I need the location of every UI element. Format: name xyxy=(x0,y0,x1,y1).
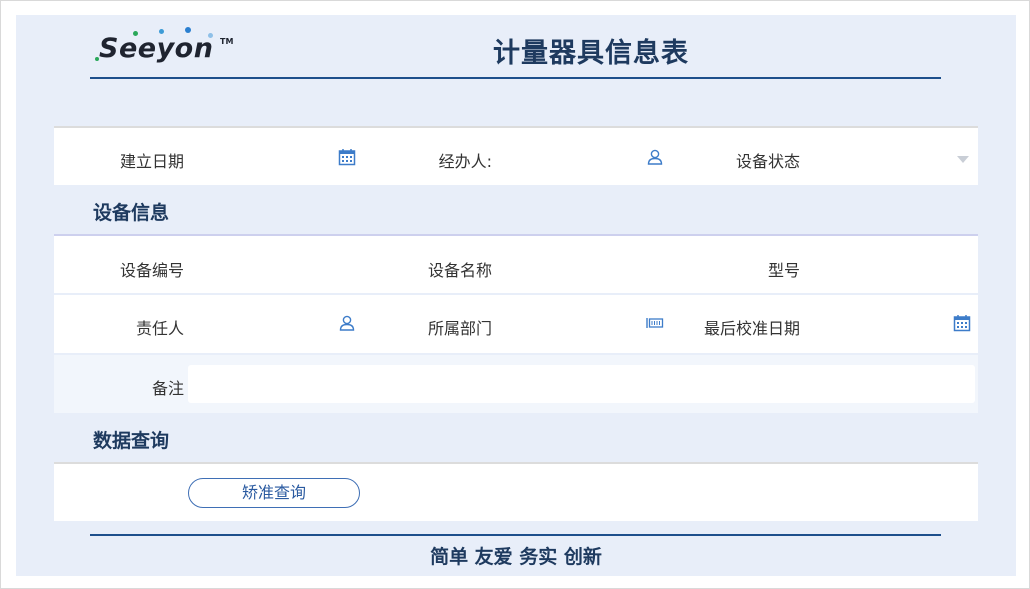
device-info-section-title: 设备信息 xyxy=(93,202,170,224)
remark-label: 备注 xyxy=(151,379,184,398)
calendar-icon[interactable] xyxy=(953,314,971,332)
person-icon[interactable] xyxy=(338,314,356,332)
org-chart-icon[interactable] xyxy=(646,314,664,332)
logo-wordmark: Seeyon xyxy=(99,33,214,64)
chevron-down-icon[interactable] xyxy=(955,150,971,163)
footer-slogan: 简单 友爱 务实 创新 xyxy=(430,546,602,568)
created-date-label: 建立日期 xyxy=(119,152,184,171)
data-query-section-title: 数据查询 xyxy=(93,430,170,452)
remark-row: 备注 xyxy=(54,355,978,413)
title-divider xyxy=(90,77,941,79)
form-frame: Seeyon TM 计量器具信息表 建立日期 经办人: 设备状态 设备信息 设备… xyxy=(0,0,1030,589)
owner-label: 责任人 xyxy=(135,319,184,338)
remark-input[interactable] xyxy=(188,365,975,403)
handler-label: 经办人: xyxy=(438,152,492,171)
device-name-label: 设备名称 xyxy=(427,261,492,280)
seeyon-logo: Seeyon TM xyxy=(93,27,243,69)
owner-row: 责任人 所属部门 最后校准日期 xyxy=(54,295,978,353)
calendar-icon[interactable] xyxy=(338,148,356,166)
last-calibration-label: 最后校准日期 xyxy=(703,319,800,338)
department-label: 所属部门 xyxy=(427,319,492,338)
device-no-label: 设备编号 xyxy=(119,261,184,280)
footer-divider xyxy=(90,534,941,536)
device-status-label: 设备状态 xyxy=(735,152,800,171)
calibration-query-button[interactable]: 矫准查询 xyxy=(188,478,360,508)
person-icon[interactable] xyxy=(646,148,664,166)
device-id-row: 设备编号 设备名称 型号 xyxy=(54,234,978,293)
logo-trademark: TM xyxy=(220,37,234,46)
basic-info-row: 建立日期 经办人: 设备状态 xyxy=(54,126,978,185)
query-row: 矫准查询 xyxy=(54,462,978,521)
model-label: 型号 xyxy=(767,261,800,280)
page-title: 计量器具信息表 xyxy=(493,38,689,69)
